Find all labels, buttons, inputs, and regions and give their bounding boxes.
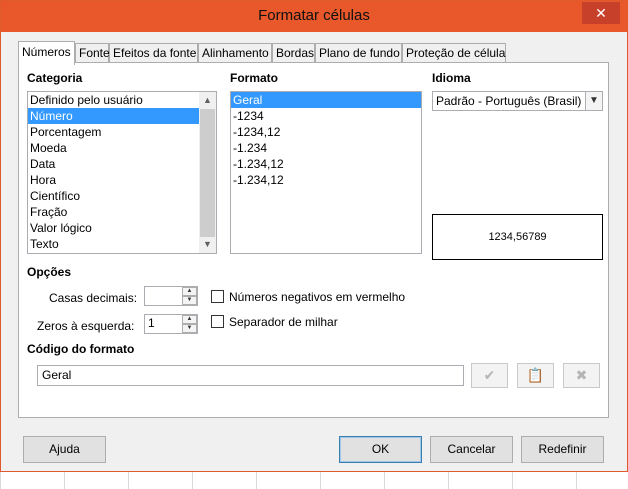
scroll-up-icon[interactable]: ▲ <box>199 92 216 109</box>
format-cells-dialog: Formatar células ✕ Números Fonte Efeitos… <box>0 0 628 472</box>
opcoes-label: Opções <box>27 265 72 279</box>
cancelar-button[interactable]: Cancelar <box>430 436 513 463</box>
format-preview: 1234,56789 <box>432 214 603 260</box>
categoria-list-item[interactable]: Definido pelo usuário <box>28 92 216 108</box>
categoria-list-item[interactable]: Texto <box>28 236 216 252</box>
formato-list-item[interactable]: -1234 <box>231 108 421 124</box>
categoria-scrollbar[interactable]: ▲ ▼ <box>199 92 216 253</box>
spin-up-icon[interactable]: ▲ <box>182 315 197 324</box>
title-bar[interactable]: Formatar células ✕ <box>1 1 627 32</box>
preview-text: 1234,56789 <box>488 231 547 243</box>
tab-efeitos-da-fonte[interactable]: Efeitos da fonte <box>109 43 198 63</box>
categoria-list-item[interactable]: Científico <box>28 188 216 204</box>
ajuda-button[interactable]: Ajuda <box>23 436 106 463</box>
categoria-list[interactable]: Definido pelo usuário Número Porcentagem Mo… <box>27 91 217 254</box>
tab-bordas[interactable]: Bordas <box>272 43 315 63</box>
formato-list-item[interactable]: -1.234 <box>231 140 421 156</box>
tab-label: Proteção de célula <box>406 46 506 60</box>
idioma-select[interactable]: Padrão - Português (Brasil) ▼ <box>432 91 603 111</box>
categoria-list-item[interactable]: Data <box>28 156 216 172</box>
formato-label: Formato <box>230 71 278 85</box>
check-icon[interactable]: ✔ <box>471 363 508 388</box>
spin-up-icon[interactable]: ▲ <box>182 287 197 296</box>
zeros-esquerda-stepper[interactable]: 1 ▲ ▼ <box>144 314 198 334</box>
negativos-vermelho-checkbox[interactable] <box>211 290 224 303</box>
tab-label: Bordas <box>276 46 315 60</box>
numbers-panel: Categoria Definido pelo usuário Número Por… <box>18 62 609 418</box>
tab-label: Efeitos da fonte <box>113 46 197 60</box>
tab-numeros[interactable]: Números <box>18 41 75 65</box>
codigo-formato-label: Código do formato <box>27 342 135 356</box>
tab-label: Plano de fundo <box>319 46 400 60</box>
tab-alinhamento[interactable]: Alinhamento <box>198 43 272 63</box>
scroll-down-icon[interactable]: ▼ <box>199 236 216 253</box>
delete-icon[interactable]: ✖ <box>563 363 600 388</box>
separador-milhar-checkbox[interactable] <box>211 315 224 328</box>
categoria-items: Definido pelo usuário Número Porcentagem Mo… <box>28 92 216 252</box>
categoria-list-item[interactable]: Hora <box>28 172 216 188</box>
idioma-value: Padrão - Português (Brasil) <box>436 94 582 108</box>
formato-list-item[interactable]: -1.234,12 <box>231 156 421 172</box>
spin-down-icon[interactable]: ▼ <box>182 324 197 333</box>
dialog-title: Formatar células <box>258 7 370 24</box>
formato-items: Geral -1234 -1234,12 -1.234 -1.234,12 -1.234,… <box>231 92 421 188</box>
ok-button[interactable]: OK <box>339 436 422 463</box>
close-icon: ✕ <box>595 5 607 21</box>
zeros-esquerda-value: 1 <box>148 316 155 330</box>
chevron-down-icon[interactable]: ▼ <box>585 92 602 110</box>
tab-label: Fonte <box>79 46 110 60</box>
tab-fonte[interactable]: Fonte <box>75 43 110 63</box>
categoria-label: Categoria <box>27 71 83 85</box>
tab-protecao-de-celula[interactable]: Proteção de célula <box>402 43 506 63</box>
clipboard-icon[interactable]: 📋 <box>517 363 554 388</box>
categoria-list-item[interactable]: Moeda <box>28 140 216 156</box>
categoria-list-item[interactable]: Número <box>28 108 216 124</box>
categoria-list-item[interactable]: Valor lógico <box>28 220 216 236</box>
spin-down-icon[interactable]: ▼ <box>182 296 197 305</box>
zeros-esquerda-label: Zeros à esquerda: <box>37 319 135 333</box>
categoria-list-item[interactable]: Fração <box>28 204 216 220</box>
casas-decimais-label: Casas decimais: <box>49 291 138 305</box>
formato-list-item[interactable]: Geral <box>231 92 421 108</box>
idioma-label: Idioma <box>432 71 471 85</box>
tab-label: Alinhamento <box>202 46 269 60</box>
separador-milhar-label[interactable]: Separador de milhar <box>229 315 338 329</box>
tab-plano-de-fundo[interactable]: Plano de fundo <box>315 43 402 63</box>
codigo-formato-value: Geral <box>42 368 72 382</box>
close-button[interactable]: ✕ <box>582 2 620 24</box>
redefinir-button[interactable]: Redefinir <box>521 436 604 463</box>
formato-list[interactable]: Geral -1234 -1234,12 -1.234 -1.234,12 -1.234,… <box>230 91 422 254</box>
categoria-list-item[interactable]: Porcentagem <box>28 124 216 140</box>
formato-list-item[interactable]: -1.234,12 <box>231 172 421 188</box>
casas-decimais-stepper[interactable]: ▲ ▼ <box>144 286 198 306</box>
scroll-thumb[interactable] <box>200 109 215 237</box>
spreadsheet-background <box>0 470 628 489</box>
codigo-formato-input[interactable]: Geral <box>37 365 464 386</box>
formato-list-item[interactable]: -1234,12 <box>231 124 421 140</box>
negativos-vermelho-label[interactable]: Números negativos em vermelho <box>229 290 405 304</box>
dialog-body: Números Fonte Efeitos da fonte Alinhamen… <box>8 32 620 466</box>
tab-label: Números <box>22 45 71 59</box>
